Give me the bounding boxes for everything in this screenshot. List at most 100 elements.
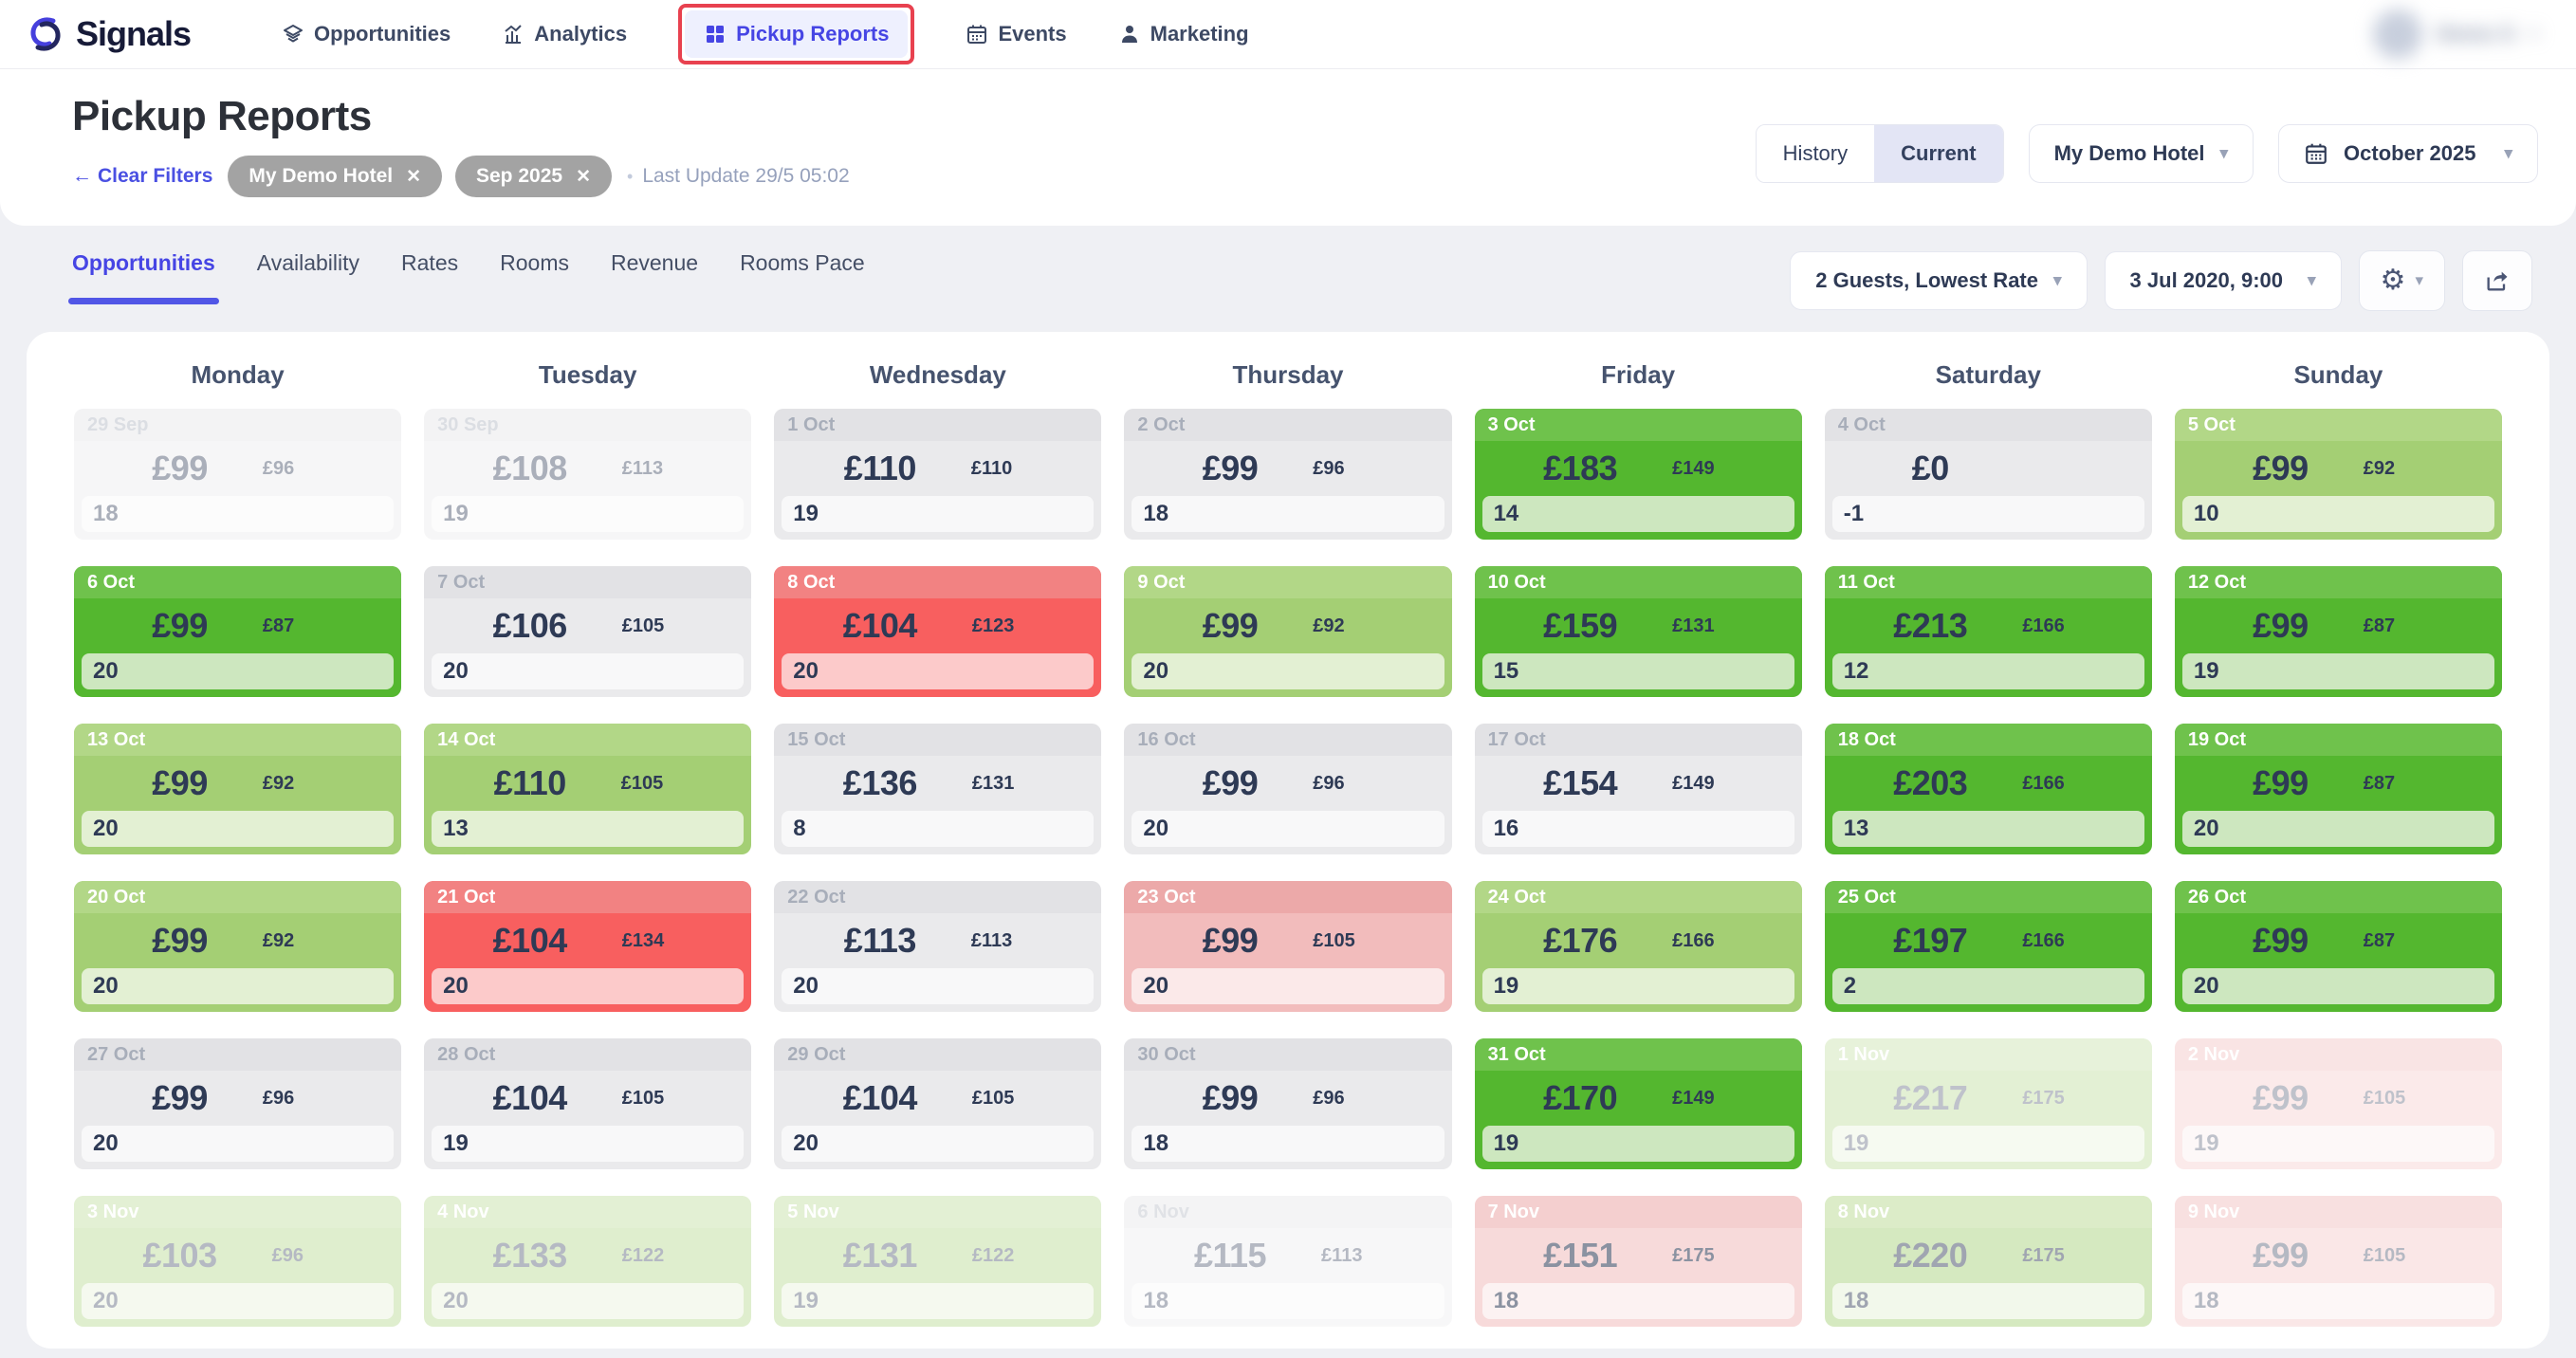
calendar-day-cell[interactable]: 7 Nov£151£17518: [1475, 1196, 1802, 1327]
calendar-day-cell[interactable]: 4 Oct£0-1: [1825, 409, 2152, 540]
close-icon[interactable]: ✕: [576, 166, 591, 188]
cell-date-label: 12 Oct: [2175, 566, 2502, 598]
hotel-dropdown[interactable]: My Demo Hotel ▾: [2029, 124, 2254, 183]
brand-name: Signals: [76, 14, 191, 54]
calendar-day-cell[interactable]: 27 Oct£99£9620: [74, 1038, 401, 1169]
calendar-day-cell[interactable]: 19 Oct£99£8720: [2175, 724, 2502, 854]
guests-rate-dropdown[interactable]: 2 Guests, Lowest Rate ▾: [1790, 251, 2087, 310]
calendar-day-cell[interactable]: 3 Nov£103£9620: [74, 1196, 401, 1327]
calendar-day-cell[interactable]: 29 Oct£104£10520: [774, 1038, 1101, 1169]
cell-date-label: 15 Oct: [774, 724, 1101, 756]
cell-compare-price: £113: [1321, 1245, 1382, 1267]
calendar-day-cell[interactable]: 8 Nov£220£17518: [1825, 1196, 2152, 1327]
calendar-day-cell[interactable]: 10 Oct£159£13115: [1475, 566, 1802, 697]
tab-rates[interactable]: Rates: [401, 250, 458, 291]
filter-chip[interactable]: Sep 2025✕: [455, 156, 612, 197]
cell-date-label: 8 Nov: [1825, 1196, 2152, 1228]
cell-price-area: £113£113: [774, 913, 1101, 968]
calendar-day-cell[interactable]: 16 Oct£99£9620: [1124, 724, 1451, 854]
close-icon[interactable]: ✕: [406, 166, 421, 188]
nav-item-pickup-reports[interactable]: Pickup Reports: [704, 22, 889, 46]
cell-price: £99: [2253, 921, 2309, 961]
tab-availability[interactable]: Availability: [257, 250, 359, 291]
filter-chip-label: My Demo Hotel: [248, 165, 393, 188]
filter-chip[interactable]: My Demo Hotel ✕: [228, 156, 442, 197]
calendar-day-cell[interactable]: 28 Oct£104£10519: [424, 1038, 751, 1169]
nav-item-events[interactable]: Events: [966, 22, 1066, 46]
calendar-day-cell[interactable]: 2 Oct£99£9618: [1124, 409, 1451, 540]
month-dropdown[interactable]: October 2025 ▾: [2278, 124, 2538, 183]
nav-item-analytics[interactable]: Analytics: [502, 22, 627, 46]
cell-availability: 20: [432, 1283, 744, 1319]
day-header-thursday: Thursday: [1124, 353, 1451, 390]
calendar-day-cell[interactable]: 5 Oct£99£9210: [2175, 409, 2502, 540]
nav-item-marketing[interactable]: Marketing: [1118, 22, 1249, 46]
tab-revenue[interactable]: Revenue: [611, 250, 698, 291]
settings-button[interactable]: ⚙ ▾: [2359, 250, 2445, 311]
calendar-day-cell[interactable]: 29 Sep£99£9618: [74, 409, 401, 540]
cell-price-area: £99£96: [74, 441, 401, 496]
annotation-red-box: Pickup Reports: [678, 4, 914, 64]
calendar-day-cell[interactable]: 11 Oct£213£16612: [1825, 566, 2152, 697]
current-button[interactable]: Current: [1874, 125, 2002, 182]
calendar-day-cell[interactable]: 15 Oct£136£1318: [774, 724, 1101, 854]
calendar-day-cell[interactable]: 25 Oct£197£1662: [1825, 881, 2152, 1012]
calendar-day-cell[interactable]: 31 Oct£170£14919: [1475, 1038, 1802, 1169]
cell-price-area: £104£134: [424, 913, 751, 968]
snapshot-datetime-dropdown[interactable]: 3 Jul 2020, 9:00 ▾: [2105, 251, 2342, 310]
calendar-day-cell[interactable]: 13 Oct£99£9220: [74, 724, 401, 854]
cell-compare-price: £122: [972, 1245, 1033, 1267]
brand-logo[interactable]: Signals: [25, 13, 191, 55]
calendar-day-cell[interactable]: 17 Oct£154£14916: [1475, 724, 1802, 854]
calendar-day-cell[interactable]: 23 Oct£99£10520: [1124, 881, 1451, 1012]
chevron-down-icon: ▾: [2053, 271, 2062, 290]
calendar-day-cell[interactable]: 30 Sep£108£11319: [424, 409, 751, 540]
share-export-icon: [2484, 267, 2511, 294]
cell-availability: 19: [782, 1283, 1094, 1319]
calendar-day-cell[interactable]: 6 Oct£99£8720: [74, 566, 401, 697]
cell-price: £99: [1203, 1078, 1259, 1118]
calendar-day-cell[interactable]: 18 Oct£203£16613: [1825, 724, 2152, 854]
calendar-day-cell[interactable]: 3 Oct£183£14914: [1475, 409, 1802, 540]
calendar-day-cell[interactable]: 6 Nov£115£11318: [1124, 1196, 1451, 1327]
clear-filters-link[interactable]: ← Clear Filters: [72, 165, 212, 188]
export-share-button[interactable]: [2462, 250, 2532, 311]
history-current-toggle: History Current: [1756, 124, 2004, 183]
cell-availability: 19: [2182, 1126, 2494, 1162]
history-button[interactable]: History: [1757, 125, 1874, 182]
calendar-day-cell[interactable]: 7 Oct£106£10520: [424, 566, 751, 697]
tab-opportunities[interactable]: Opportunities: [72, 250, 215, 291]
cell-date-label: 21 Oct: [424, 881, 751, 913]
calendar-day-cell[interactable]: 30 Oct£99£9618: [1124, 1038, 1451, 1169]
calendar-day-cell[interactable]: 24 Oct£176£16619: [1475, 881, 1802, 1012]
cell-availability: 20: [782, 968, 1094, 1004]
calendar-day-cell[interactable]: 1 Nov£217£17519: [1825, 1038, 2152, 1169]
calendar-day-cell[interactable]: 9 Nov£99£10518: [2175, 1196, 2502, 1327]
nav-item-opportunities[interactable]: Opportunities: [282, 22, 451, 46]
cell-price: £99: [152, 606, 208, 646]
calendar-day-cell[interactable]: 8 Oct£104£12320: [774, 566, 1101, 697]
tab-rooms[interactable]: Rooms: [500, 250, 569, 291]
cell-availability: 19: [782, 496, 1094, 532]
calendar-day-cell[interactable]: 21 Oct£104£13420: [424, 881, 751, 1012]
cell-price: £176: [1543, 921, 1617, 961]
calendar-day-cell[interactable]: 12 Oct£99£8719: [2175, 566, 2502, 697]
active-nav-pill: Pickup Reports: [685, 10, 908, 58]
calendar-day-cell[interactable]: 22 Oct£113£11320: [774, 881, 1101, 1012]
calendar-day-cell[interactable]: 4 Nov£133£12220: [424, 1196, 751, 1327]
tab-rooms-pace[interactable]: Rooms Pace: [740, 250, 865, 291]
calendar-day-cell[interactable]: 14 Oct£110£10513: [424, 724, 751, 854]
cell-compare-price: £131: [1672, 615, 1733, 637]
user-menu[interactable]: Demo S ▾: [2373, 9, 2538, 59]
calendar-day-cell[interactable]: 26 Oct£99£8720: [2175, 881, 2502, 1012]
calendar-day-cell[interactable]: 2 Nov£99£10519: [2175, 1038, 2502, 1169]
calendar-day-cell[interactable]: 9 Oct£99£9220: [1124, 566, 1451, 697]
calendar-day-cell[interactable]: 20 Oct£99£9220: [74, 881, 401, 1012]
cell-compare-price: £131: [972, 773, 1033, 795]
calendar-day-cell[interactable]: 1 Oct£110£11019: [774, 409, 1101, 540]
calendar-day-cell[interactable]: 5 Nov£131£12219: [774, 1196, 1101, 1327]
cell-date-label: 7 Nov: [1475, 1196, 1802, 1228]
page-title: Pickup Reports: [72, 93, 850, 140]
cell-price: £113: [844, 921, 916, 961]
cell-compare-price: £123: [972, 615, 1033, 637]
